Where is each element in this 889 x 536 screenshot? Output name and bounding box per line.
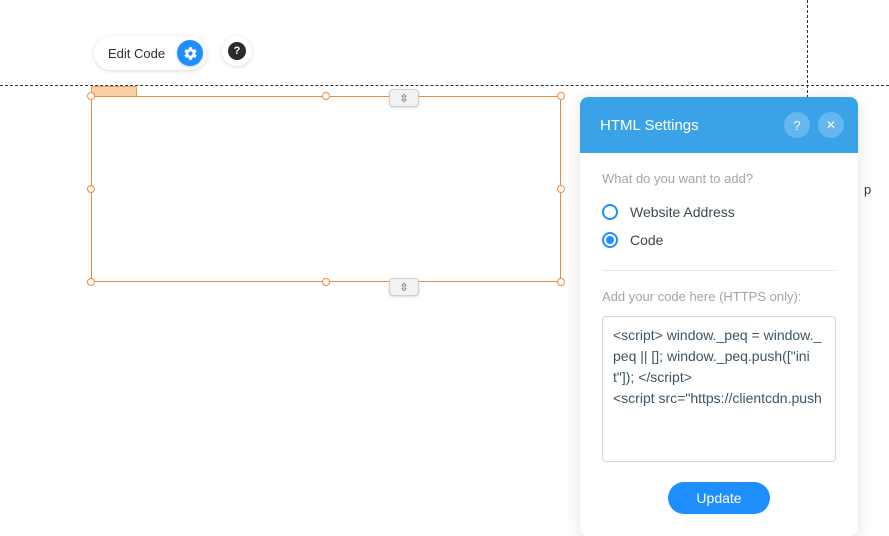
radio-icon (602, 204, 618, 220)
resize-handle[interactable] (557, 92, 565, 100)
edit-code-button[interactable]: Edit Code (108, 46, 169, 61)
resize-handle[interactable] (87, 92, 95, 100)
resize-handle[interactable] (557, 278, 565, 286)
panel-close-button[interactable]: ✕ (818, 112, 844, 138)
question-icon: ? (793, 118, 800, 133)
code-textarea[interactable] (602, 316, 836, 462)
radio-code[interactable]: Code (602, 232, 836, 248)
settings-button[interactable] (177, 40, 203, 66)
radio-label: Website Address (630, 204, 735, 220)
radio-website-address[interactable]: Website Address (602, 204, 836, 220)
panel-help-button[interactable]: ? (784, 112, 810, 138)
canvas-label-fragment: p (864, 182, 871, 197)
question-icon: ? (228, 42, 246, 60)
update-button[interactable]: Update (668, 482, 769, 514)
element-toolbar: Edit Code (94, 36, 207, 70)
radio-label: Code (630, 232, 663, 248)
gear-icon (183, 46, 198, 61)
resize-handle[interactable] (557, 185, 565, 193)
divider (602, 270, 836, 271)
close-icon: ✕ (826, 118, 836, 132)
resize-handle[interactable] (87, 185, 95, 193)
drag-handle-bottom[interactable]: ⇳ (389, 278, 419, 296)
radio-icon (602, 232, 618, 248)
code-section-label: Add your code here (HTTPS only): (602, 289, 836, 304)
grip-icon: ⇳ (399, 281, 408, 294)
help-button[interactable]: ? (222, 36, 252, 66)
resize-handle[interactable] (322, 278, 330, 286)
panel-title: HTML Settings (600, 117, 776, 134)
resize-handle[interactable] (87, 278, 95, 286)
grip-icon: ⇳ (399, 92, 408, 105)
selected-element-frame[interactable] (91, 96, 561, 282)
panel-header: HTML Settings ? ✕ (580, 97, 858, 153)
drag-handle-top[interactable]: ⇳ (389, 89, 419, 107)
add-question-label: What do you want to add? (602, 171, 836, 186)
selection-tab (91, 86, 137, 96)
html-settings-panel: HTML Settings ? ✕ What do you want to ad… (580, 97, 858, 536)
resize-handle[interactable] (322, 92, 330, 100)
